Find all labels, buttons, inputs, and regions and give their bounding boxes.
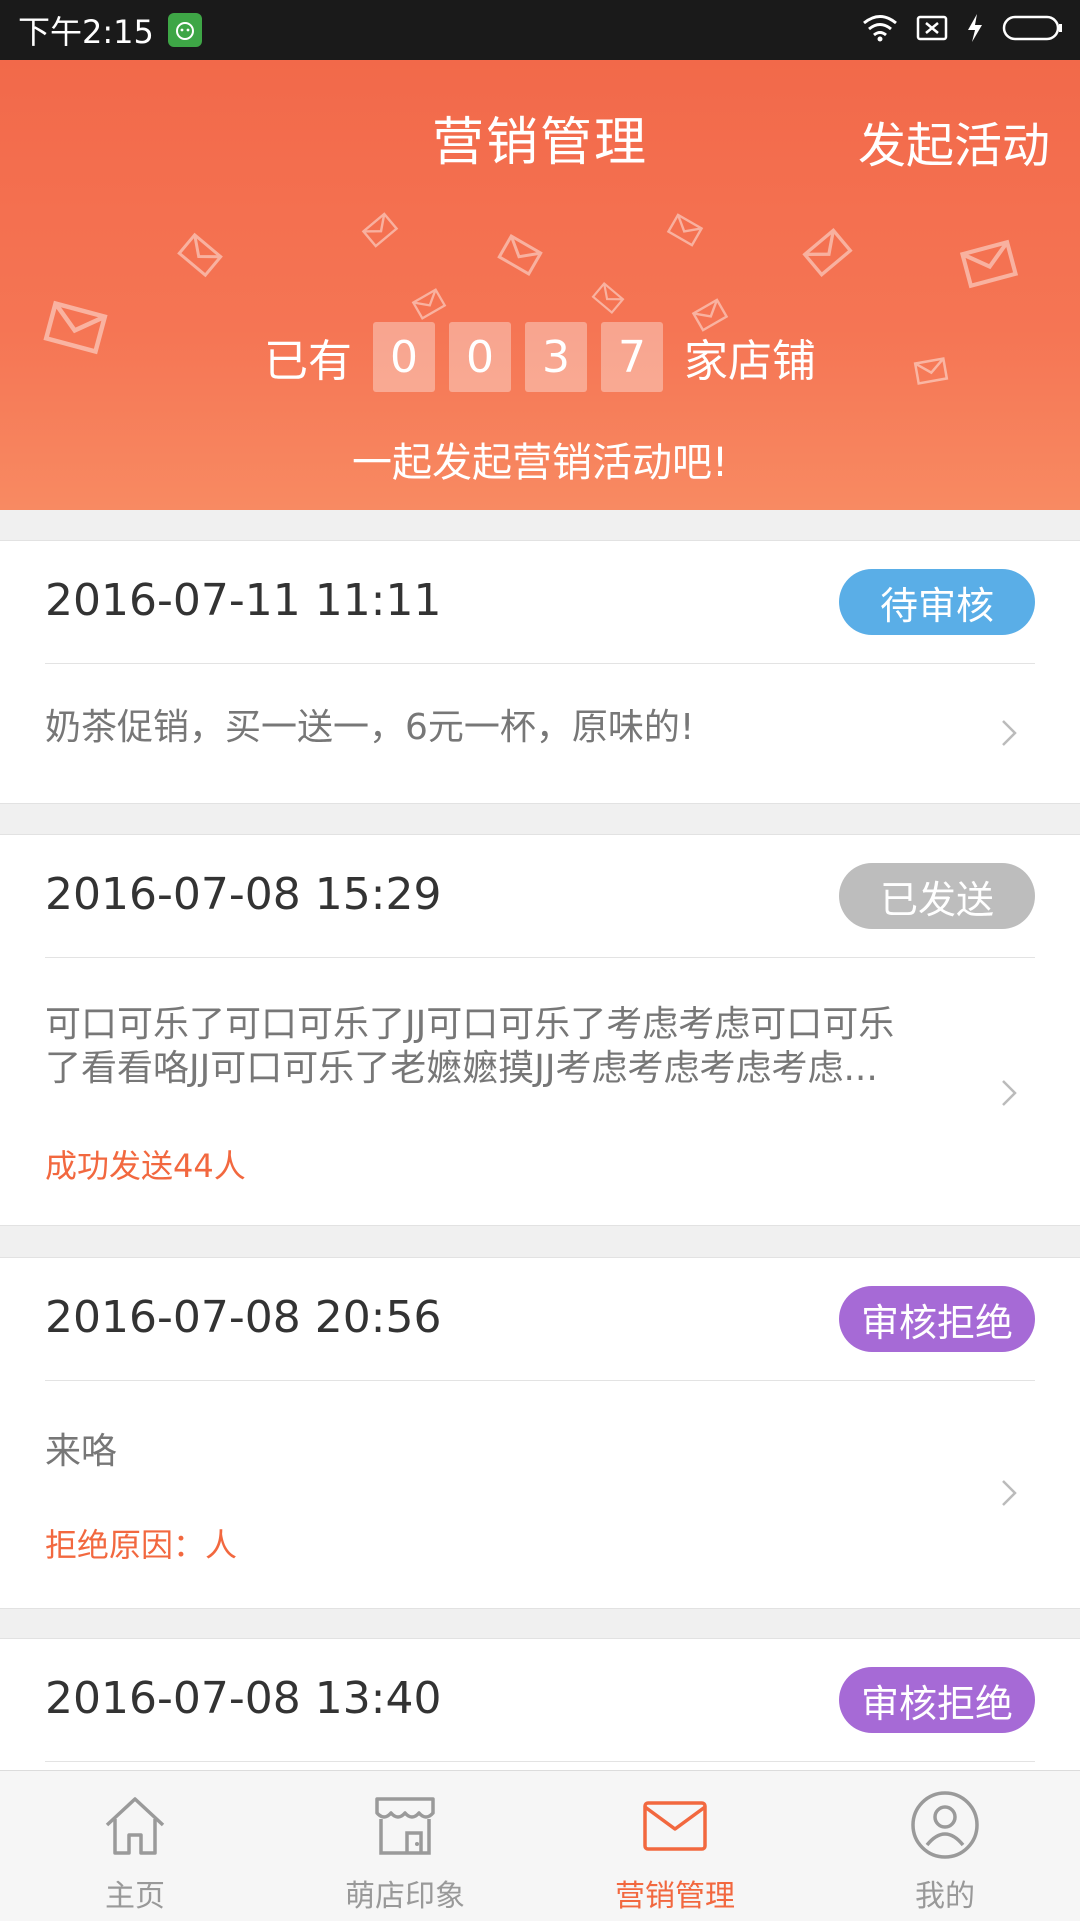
tab-home[interactable]: 主页 (0, 1771, 270, 1921)
envelope-decoration-icon (177, 232, 223, 278)
status-badge: 已发送 (839, 863, 1035, 929)
store-icon (375, 1797, 435, 1855)
activity-card[interactable]: 2016-07-08 15:29 已发送 可口可乐了可口可乐了JJ可口可乐了考虑… (0, 834, 1080, 1226)
activity-date: 2016-07-08 15:29 (45, 869, 442, 920)
card-divider (45, 1761, 1035, 1762)
chevron-right-icon (1002, 1080, 1017, 1106)
status-bar: 下午2:15 (0, 0, 1080, 60)
store-counter: 已有 0 0 3 7 家店铺 (0, 322, 1080, 392)
activity-content: 奶茶促销，买一送一，6元一杯，原味的! (45, 707, 695, 748)
status-badge: 审核拒绝 (839, 1286, 1035, 1352)
mail-icon (643, 1801, 707, 1851)
tab-mine-label: 我的 (915, 1879, 975, 1914)
tab-marketing[interactable]: 营销管理 (540, 1771, 810, 1921)
battery-icon (1002, 14, 1064, 46)
user-icon (911, 1791, 979, 1859)
activity-content-line: 可口可乐了可口可乐了JJ可口可乐了考虑考虑可口可乐 (45, 1004, 895, 1045)
status-badge: 待审核 (839, 569, 1035, 635)
activity-card[interactable]: 2016-07-08 20:56 审核拒绝 来咯 拒绝原因：人 (0, 1257, 1080, 1609)
no-sim-icon (916, 14, 948, 46)
card-divider (45, 663, 1035, 664)
activity-card[interactable]: 2016-07-08 13:40 审核拒绝 (0, 1638, 1080, 1789)
reject-reason-note: 拒绝原因：人 (45, 1526, 238, 1564)
counter-digit: 3 (525, 322, 587, 392)
tab-marketing-label: 营销管理 (615, 1879, 735, 1914)
chevron-right-icon (1002, 720, 1017, 746)
bottom-tab-bar: 主页 萌店印象 营销管理 我的 (0, 1770, 1080, 1921)
envelope-decoration-icon (666, 213, 704, 247)
start-campaign-button[interactable]: 发起活动 (858, 106, 1050, 176)
app-notification-icon (167, 13, 202, 47)
envelope-decoration-icon (411, 288, 447, 320)
send-result-note: 成功发送44人 (45, 1147, 246, 1185)
tab-mine[interactable]: 我的 (810, 1771, 1080, 1921)
activity-content-line: 了看看咯JJ可口可乐了老嬷嬷摸JJ考虑考虑考虑考虑... (45, 1048, 878, 1089)
status-badge: 审核拒绝 (839, 1667, 1035, 1733)
header-subtitle: 一起发起营销活动吧! (351, 440, 729, 486)
status-time: 下午2:15 (18, 13, 154, 51)
wifi-icon (862, 14, 898, 46)
envelope-decoration-icon (497, 234, 543, 276)
envelope-decoration-icon (591, 281, 625, 315)
envelope-decoration-icon (361, 212, 399, 248)
activity-card[interactable]: 2016-07-11 11:11 待审核 奶茶促销，买一送一，6元一杯，原味的! (0, 540, 1080, 804)
tab-home-label: 主页 (105, 1879, 165, 1914)
card-divider (45, 1380, 1035, 1381)
counter-suffix: 家店铺 (684, 336, 816, 387)
activity-content: 来咯 (45, 1431, 118, 1472)
home-icon (105, 1797, 165, 1855)
marketing-header: 营销管理 发起活动 已有 0 0 3 7 家店铺 一起发起营销活动吧! (0, 60, 1080, 510)
tab-store-label: 萌店印象 (345, 1879, 465, 1914)
charging-icon (966, 13, 984, 47)
counter-prefix: 已有 (264, 336, 352, 387)
activity-content: 可口可乐了可口可乐了JJ可口可乐了考虑考虑可口可乐 了看看咯JJ可口可乐了老嬷嬷… (45, 1003, 940, 1091)
chevron-right-icon (1002, 1480, 1017, 1506)
counter-digit: 0 (373, 322, 435, 392)
counter-digit: 0 (449, 322, 511, 392)
activity-date: 2016-07-08 13:40 (45, 1673, 442, 1724)
activity-date: 2016-07-11 11:11 (45, 575, 442, 626)
envelope-decoration-icon (802, 228, 853, 277)
counter-digit: 7 (601, 322, 663, 392)
tab-store-impression[interactable]: 萌店印象 (270, 1771, 540, 1921)
card-divider (45, 957, 1035, 958)
envelope-decoration-icon (959, 239, 1019, 289)
activity-date: 2016-07-08 20:56 (45, 1292, 442, 1343)
